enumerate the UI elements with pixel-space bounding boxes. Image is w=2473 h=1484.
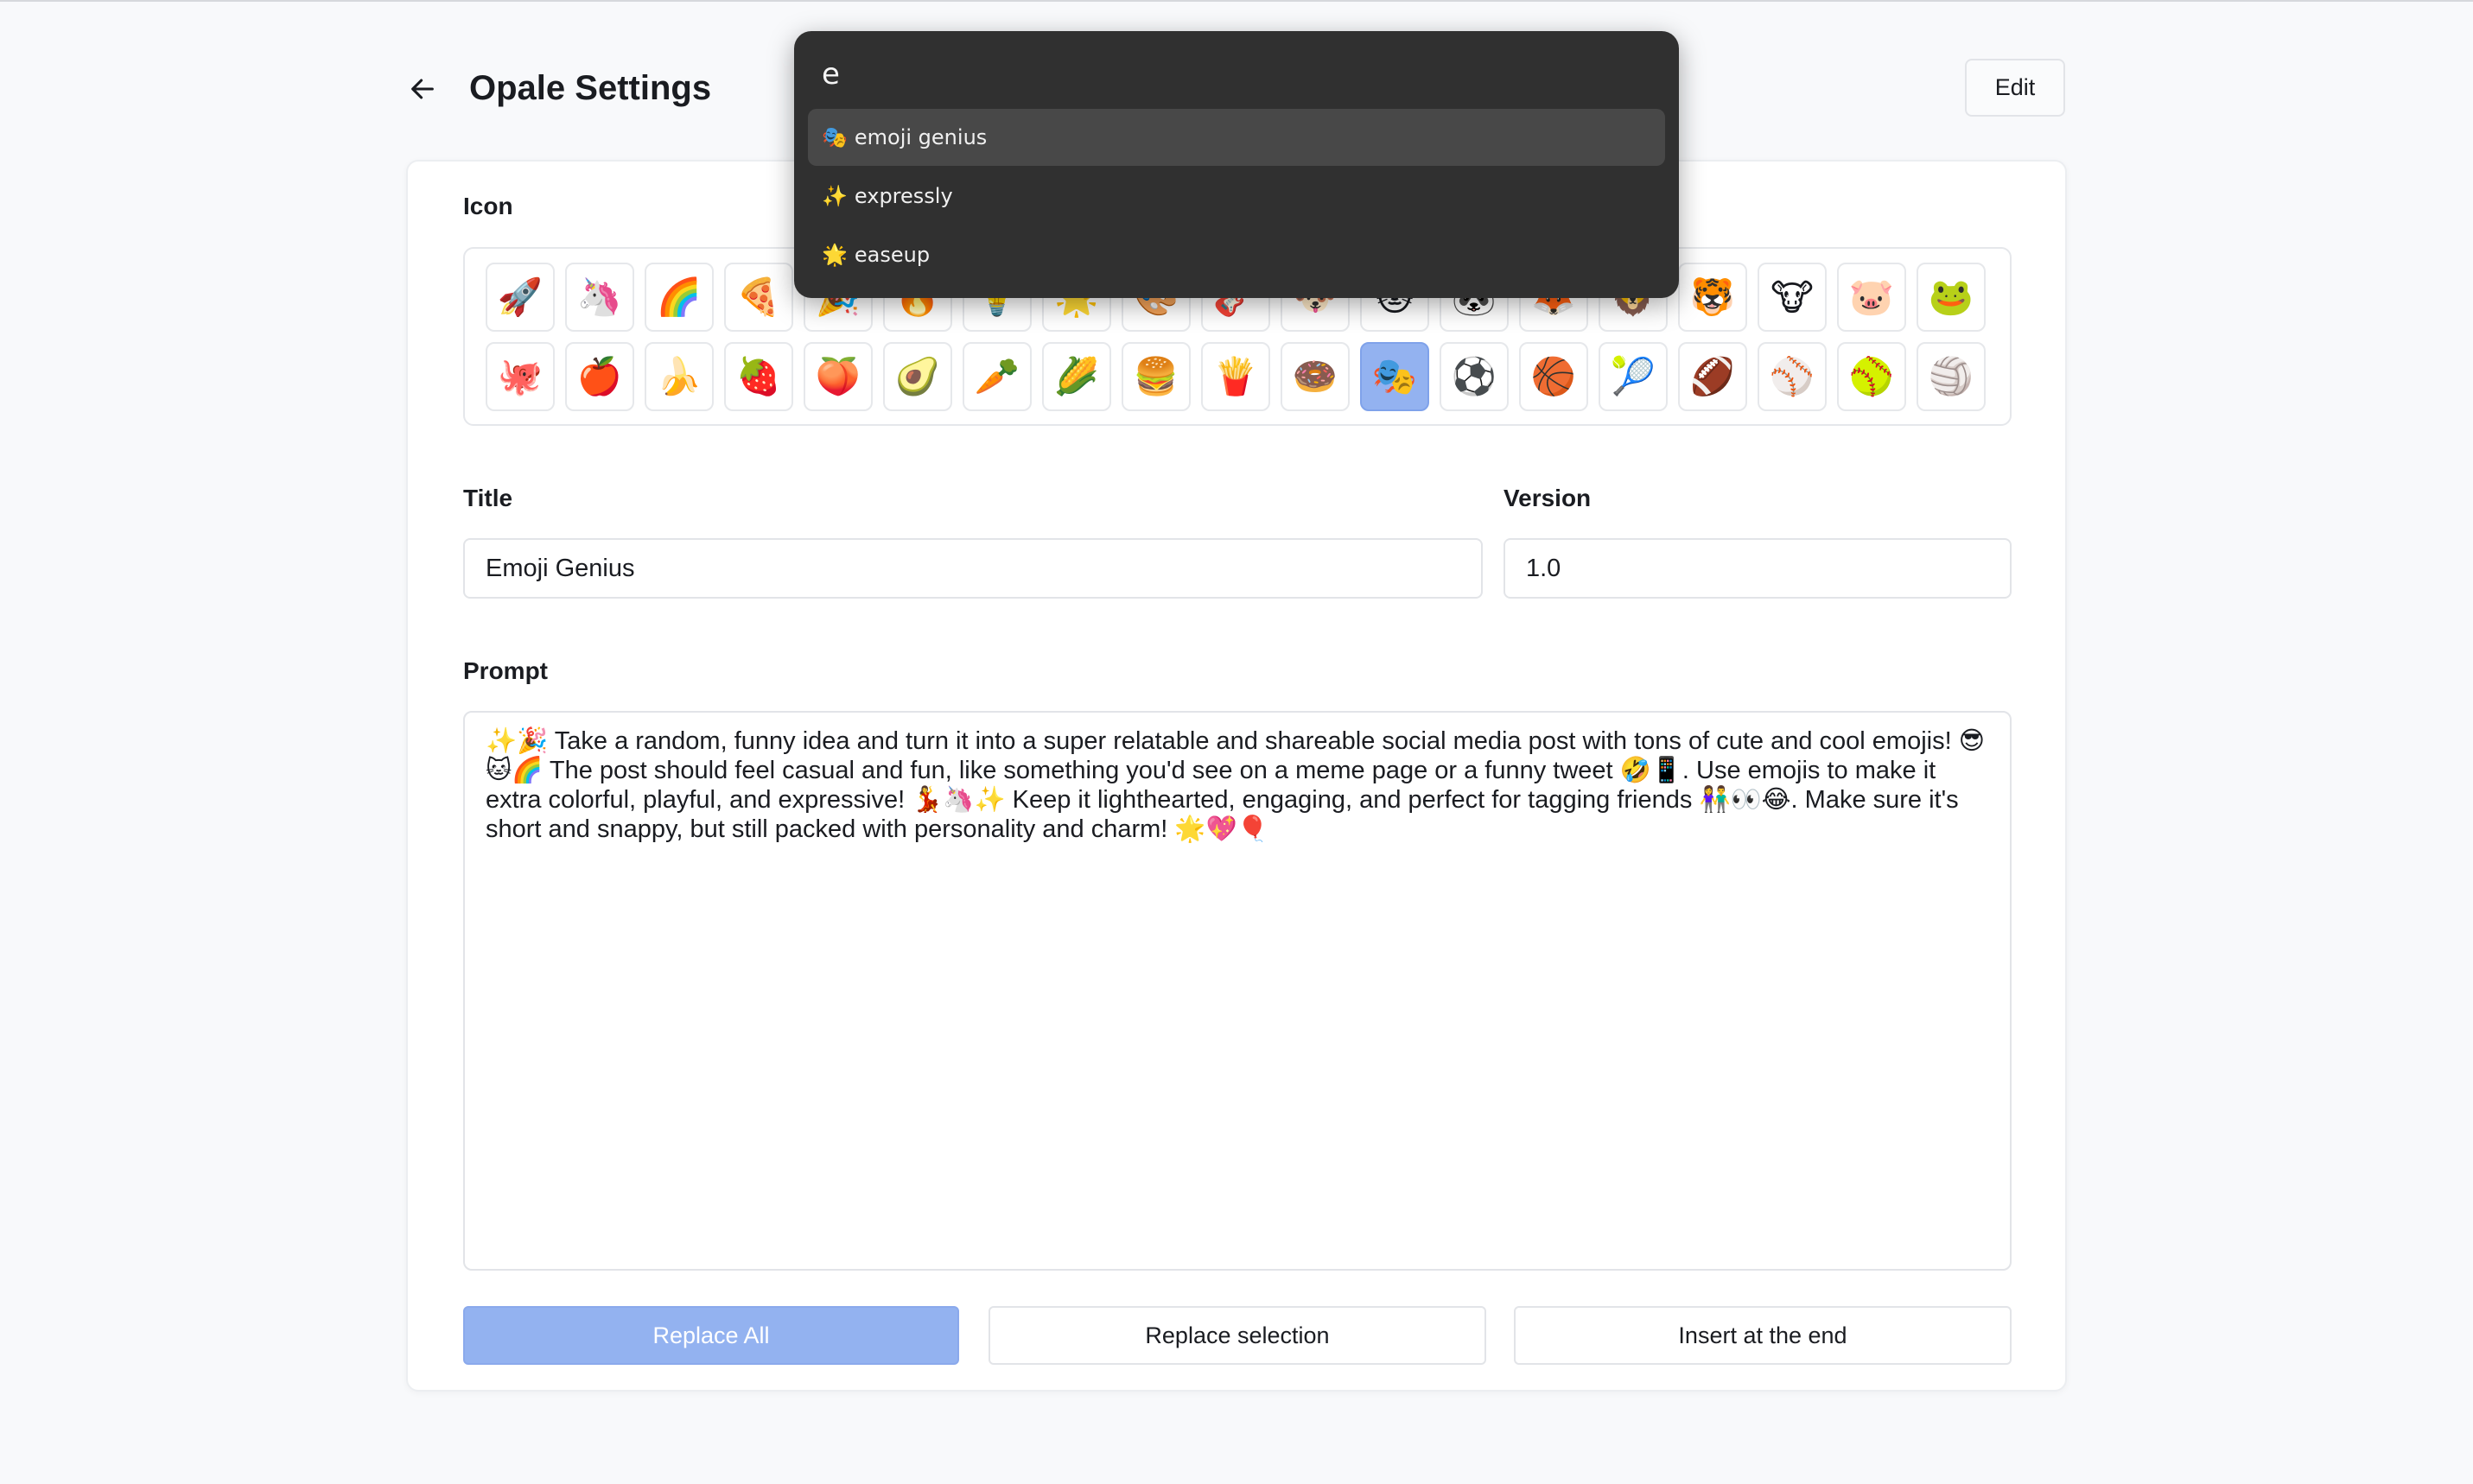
palette-search-input[interactable]: e [822, 55, 840, 93]
back-button[interactable] [403, 69, 442, 109]
icon-option[interactable]: 🥎 [1837, 342, 1906, 411]
icon-option[interactable]: 🌽 [1042, 342, 1111, 411]
icon-option[interactable]: 🍌 [645, 342, 714, 411]
icon-option[interactable]: 🍩 [1281, 342, 1350, 411]
icon-option[interactable]: ⚾ [1758, 342, 1827, 411]
palette-item-label: emoji genius [854, 125, 988, 149]
icon-option[interactable]: 🍑 [804, 342, 873, 411]
icon-label: Icon [463, 193, 513, 219]
icon-option[interactable]: 🦄 [565, 263, 634, 332]
prompt-textarea[interactable]: ✨🎉 Take a random, funny idea and turn it… [463, 711, 2012, 1271]
window-top-border [0, 0, 2473, 2]
replace-all-button[interactable]: Replace All [463, 1306, 959, 1365]
version-input[interactable]: 1.0 [1504, 538, 2012, 599]
sparkles-icon: ✨ [822, 184, 848, 208]
icon-option[interactable]: 🏈 [1678, 342, 1747, 411]
insert-at-end-button[interactable]: Insert at the end [1514, 1306, 2012, 1365]
version-label: Version [1504, 485, 1592, 511]
icon-option[interactable]: 🐯 [1678, 263, 1747, 332]
theater-masks-icon: 🎭 [822, 125, 848, 149]
icon-option[interactable]: 🥕 [963, 342, 1032, 411]
palette-item-easeup[interactable]: 🌟 easeup [808, 226, 1665, 283]
icon-option[interactable]: 🍎 [565, 342, 634, 411]
icon-option[interactable]: 🐸 [1917, 263, 1986, 332]
icon-option[interactable]: 🍔 [1122, 342, 1191, 411]
icon-option[interactable]: 🎭 [1360, 342, 1429, 411]
glowing-star-icon: 🌟 [822, 243, 848, 267]
palette-item-expressly[interactable]: ✨ expressly [808, 168, 1665, 225]
icon-option[interactable]: 🎾 [1599, 342, 1668, 411]
prompt-label: Prompt [463, 657, 548, 684]
icon-option[interactable]: 🥑 [883, 342, 952, 411]
icon-option[interactable]: ⚽ [1440, 342, 1509, 411]
page-title: Opale Settings [469, 69, 712, 107]
edit-button[interactable]: Edit [1965, 59, 2065, 117]
icon-option[interactable]: 🐙 [486, 342, 555, 411]
icon-option[interactable]: 🚀 [486, 263, 555, 332]
icon-option[interactable]: 🍓 [724, 342, 793, 411]
command-palette: e 🎭 emoji genius ✨ expressly 🌟 easeup [794, 31, 1679, 298]
icon-option[interactable]: 🏀 [1519, 342, 1588, 411]
palette-item-emoji-genius[interactable]: 🎭 emoji genius [808, 109, 1665, 166]
palette-item-label: expressly [854, 184, 953, 208]
replace-selection-button[interactable]: Replace selection [989, 1306, 1486, 1365]
icon-option[interactable]: 🌈 [645, 263, 714, 332]
settings-card: Icon 🚀🦄🌈🍕🎉🔥💡🌟🎨🎸🐶🐱🐼🦊🦁🐯🐮🐷🐸🐙🍎🍌🍓🍑🥑🥕🌽🍔🍟🍩🎭⚽🏀🎾🏈… [406, 160, 2067, 1392]
icon-option[interactable]: 🐷 [1837, 263, 1906, 332]
arrow-left-icon [411, 79, 434, 99]
icon-option[interactable]: 🏐 [1917, 342, 1986, 411]
icon-option[interactable]: 🐮 [1758, 263, 1827, 332]
icon-option[interactable]: 🍕 [724, 263, 793, 332]
palette-item-label: easeup [854, 243, 931, 267]
title-label: Title [463, 485, 513, 511]
title-input[interactable]: Emoji Genius [463, 538, 1483, 599]
icon-option[interactable]: 🍟 [1201, 342, 1270, 411]
